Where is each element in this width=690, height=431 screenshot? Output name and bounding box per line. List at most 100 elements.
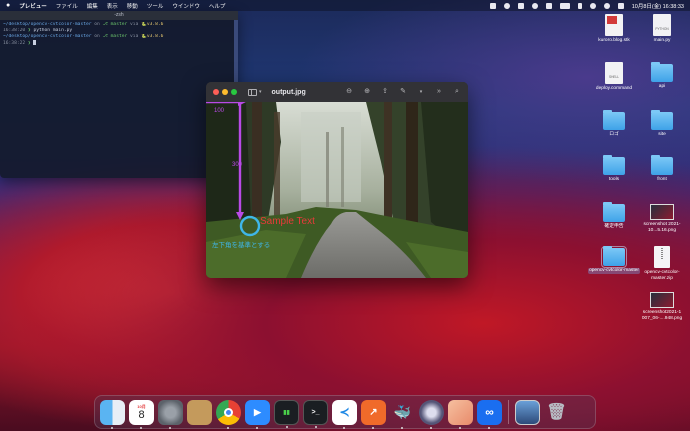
- finder-icon[interactable]: [100, 399, 125, 429]
- calendar-day: 8: [138, 408, 145, 421]
- prompt-branch: master: [110, 22, 128, 27]
- calendar-icon[interactable]: 10月 8: [129, 399, 154, 429]
- branch-icon: ⎇: [102, 22, 111, 27]
- desktop-icon-screenshot-1[interactable]: screenshot 2021-10...5.16.png: [636, 204, 688, 233]
- branch-icon: ⎇: [102, 34, 111, 39]
- desktop-icon-tools[interactable]: tools: [588, 155, 640, 183]
- desktop-icon-label: api: [658, 84, 666, 89]
- menu-window[interactable]: ウインドウ: [172, 2, 200, 10]
- folder-icon: [603, 155, 625, 175]
- docker-icon[interactable]: 🐳: [390, 400, 415, 429]
- zoom-in-icon[interactable]: ⊕: [363, 88, 371, 96]
- terminal-icon[interactable]: >_: [303, 399, 328, 428]
- annotation-overlay: 100 300 Sample Text 左下角を基準とする: [206, 102, 315, 249]
- desktop-icon-api[interactable]: api: [636, 62, 688, 90]
- prompt-on: on: [91, 22, 103, 27]
- menu-edit[interactable]: 編集: [87, 2, 98, 10]
- infinity-app-icon[interactable]: ∞: [477, 399, 502, 429]
- label-300: 300: [232, 162, 243, 168]
- selected-label: opencv-cvtcolor-master: [588, 268, 640, 274]
- markup-menu-chevron-icon[interactable]: ▾: [417, 88, 425, 96]
- trash-icon[interactable]: 🗑: [544, 400, 569, 425]
- more-tools-icon[interactable]: »: [435, 88, 443, 96]
- menu-go[interactable]: 移動: [127, 2, 138, 10]
- zoom-button[interactable]: [231, 89, 237, 95]
- anchor-caption: 左下角を基準とする: [212, 240, 270, 249]
- system-preferences-icon[interactable]: [158, 399, 183, 429]
- desktop-icon-tax-return[interactable]: 確定申告: [588, 202, 640, 230]
- desktop-icon-site[interactable]: site: [636, 110, 688, 138]
- folder-icon: [601, 246, 627, 268]
- prompt-time: 16:38:22: [3, 41, 26, 46]
- desktop-icon-opencv-zip[interactable]: opencv-cvtcolor-master.zip: [636, 246, 688, 281]
- desktop-icon-label: opencv-cvtcolor-master: [588, 268, 640, 274]
- status-icon[interactable]: [503, 2, 510, 9]
- screen-icon[interactable]: [489, 2, 496, 9]
- sample-text: Sample Text: [260, 216, 315, 227]
- zoom-icon[interactable]: ▶: [245, 399, 270, 429]
- prompt-arrow: ❯: [25, 41, 34, 46]
- preview-tools: ⊖ ⊕ ⇪ ✎ ▾ » ⌕: [345, 88, 461, 96]
- desktop-icon-label: main.py: [653, 38, 671, 43]
- menu-file[interactable]: ファイル: [56, 2, 78, 10]
- menu-clock[interactable]: 10月8日(金) 16:38:33: [632, 2, 684, 10]
- search-icon[interactable]: ⌕: [453, 88, 461, 96]
- terminal-window[interactable]: -zsh ~/desktop/opencv-cvtcolor-master on…: [0, 11, 238, 178]
- desktop-icon-label: opencv-cvtcolor-master.zip: [644, 270, 680, 281]
- prompt-branch: master: [110, 34, 128, 39]
- minimize-button[interactable]: [222, 89, 228, 95]
- menu-help[interactable]: ヘルプ: [209, 2, 226, 10]
- p-icon[interactable]: [531, 2, 538, 9]
- disk-utility-icon[interactable]: [419, 399, 444, 429]
- apple-menu-icon[interactable]: ●: [6, 2, 10, 9]
- desktop-icon-logo[interactable]: ロゴ: [588, 110, 640, 138]
- downloads-stack-icon[interactable]: [515, 399, 540, 425]
- sidebar-toggle-icon[interactable]: [248, 88, 257, 96]
- preview-window[interactable]: ▾ output.jpg ⊖ ⊕ ⇪ ✎ ▾ » ⌕ 100 300 Sampl…: [206, 82, 468, 278]
- chrome-icon[interactable]: [216, 399, 241, 429]
- prompt-on: on: [91, 34, 103, 39]
- image-thumbnail-icon: [650, 292, 674, 308]
- desktop-icon-label: kuroro.blog.stk: [598, 38, 630, 43]
- menu-tools[interactable]: ツール: [147, 2, 164, 10]
- wifi-icon[interactable]: [589, 2, 596, 9]
- battery-icon[interactable]: [559, 2, 570, 9]
- desktop-icon-opencv-folder[interactable]: opencv-cvtcolor-master: [588, 246, 640, 274]
- preview-app-icon[interactable]: [448, 399, 473, 429]
- image-canvas[interactable]: 100 300 Sample Text 左下角を基準とする: [206, 102, 468, 278]
- bluetooth-icon[interactable]: [577, 2, 582, 9]
- label-100: 100: [214, 108, 225, 114]
- desktop-icon-front[interactable]: front: [636, 155, 688, 183]
- desktop-icon-screenshot-2[interactable]: screenshot2021-1 007_06-....948.png: [636, 292, 688, 321]
- terminal-title: -zsh: [0, 11, 238, 20]
- desktop-icon-label: screenshot2021-1 007_06-....948.png: [641, 310, 683, 321]
- docker-menu-icon[interactable]: [517, 2, 524, 9]
- terminal-output[interactable]: ~/desktop/opencv-cvtcolor-master on ⎇ ma…: [0, 20, 238, 49]
- vscode-icon[interactable]: ≺: [332, 399, 357, 429]
- image-thumbnail-icon: [650, 204, 674, 220]
- contacts-icon[interactable]: [187, 399, 212, 425]
- desktop-icon-deploy-command[interactable]: SHELL deploy.command: [588, 62, 640, 92]
- chevron-down-icon[interactable]: ▾: [259, 89, 262, 95]
- zoom-out-icon[interactable]: ⊖: [345, 88, 353, 96]
- search-icon[interactable]: [603, 2, 610, 9]
- folder-icon: [603, 202, 625, 222]
- control-center-icon[interactable]: [617, 2, 624, 9]
- markup-icon[interactable]: ✎: [399, 88, 407, 96]
- shell-file-icon: SHELL: [605, 62, 623, 84]
- git-tool-icon[interactable]: ↗: [361, 399, 386, 429]
- prompt-via: via: [127, 34, 142, 39]
- cloud-icon[interactable]: [545, 2, 552, 9]
- desktop-icon-kuroro[interactable]: kuroro.blog.stk: [588, 14, 640, 44]
- desktop-icon-main-py[interactable]: PYTHON main.py: [636, 14, 688, 44]
- desktop-icon-label: site: [658, 132, 666, 137]
- close-button[interactable]: [213, 89, 219, 95]
- document-title[interactable]: output.jpg: [272, 89, 306, 96]
- share-icon[interactable]: ⇪: [381, 88, 389, 96]
- menu-view[interactable]: 表示: [107, 2, 118, 10]
- terminal-cursor: [33, 40, 37, 45]
- file-type-tag: SHELL: [608, 74, 620, 79]
- activity-monitor-icon[interactable]: ▮▮: [274, 399, 299, 428]
- menu-app-name[interactable]: プレビュー: [19, 2, 47, 10]
- prompt-python-version: v3.8.6: [146, 34, 164, 39]
